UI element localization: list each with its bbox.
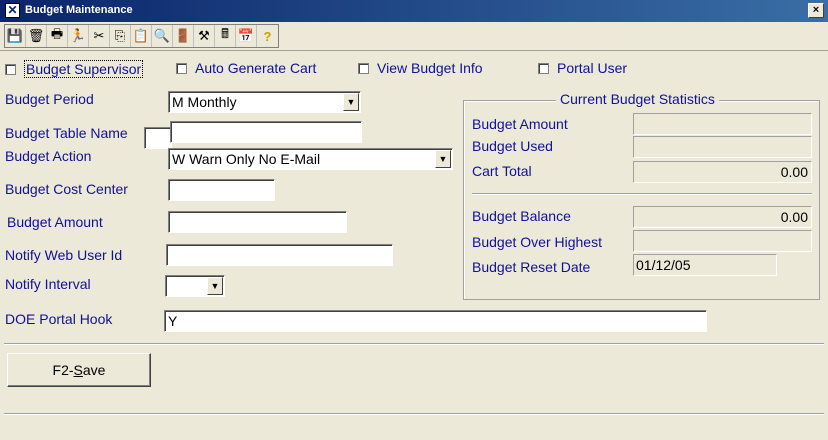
- bottom-divider: [4, 343, 824, 345]
- doe-portal-hook-label: DOE Portal Hook: [5, 311, 113, 327]
- exit-icon[interactable]: 🚪: [173, 25, 194, 47]
- window-title: Budget Maintenance: [25, 4, 133, 16]
- stat-budget-amount-label: Budget Amount: [472, 116, 568, 132]
- budget-action-value: W Warn Only No E-Mail: [172, 151, 321, 167]
- budget-period-select[interactable]: M Monthly ▼: [168, 91, 361, 113]
- stat-cart-total-value: 0.00: [633, 161, 812, 183]
- budget-cost-center-label: Budget Cost Center: [5, 181, 128, 197]
- auto-generate-cart-checkbox[interactable]: Auto Generate Cart: [176, 60, 316, 76]
- stat-budget-amount-value: [633, 113, 812, 135]
- portal-user-checkbox[interactable]: Portal User: [538, 60, 627, 76]
- help-icon[interactable]: ?: [257, 25, 278, 47]
- budget-action-label: Budget Action: [5, 148, 92, 164]
- stat-budget-balance-value: 0.00: [633, 206, 812, 228]
- doe-portal-hook-input[interactable]: Y: [164, 310, 707, 332]
- stat-budget-balance-label: Budget Balance: [472, 208, 571, 224]
- auto-generate-cart-label: Auto Generate Cart: [195, 60, 317, 76]
- budget-period-label: Budget Period: [5, 91, 94, 107]
- tools-icon[interactable]: ⚒: [194, 25, 215, 47]
- notify-web-user-id-label: Notify Web User Id: [5, 247, 123, 263]
- budget-statistics-title: Current Budget Statistics: [556, 91, 719, 107]
- toolbar-divider: [0, 50, 828, 51]
- checkbox-box[interactable]: [176, 62, 187, 74]
- clear-icon[interactable]: 🗑: [26, 25, 47, 47]
- view-budget-info-label: View Budget Info: [377, 60, 483, 76]
- stat-budget-over-highest-value: [633, 230, 812, 252]
- notify-interval-label: Notify Interval: [5, 276, 91, 292]
- save-button-hotkey: S: [73, 362, 83, 378]
- portal-user-label: Portal User: [557, 60, 628, 76]
- checkbox-box[interactable]: [538, 62, 549, 74]
- calculator-icon[interactable]: 🖩: [215, 25, 236, 47]
- app-icon: ✕: [5, 3, 20, 18]
- stats-divider: [472, 193, 812, 195]
- toolbar: 💾 🗑 🖶 🏃 ✂ ⎘ 📋 🔍 🚪 ⚒ 🖩 📅 ?: [4, 24, 279, 48]
- notify-interval-select[interactable]: ▼: [165, 275, 225, 297]
- stat-budget-used-label: Budget Used: [472, 138, 553, 154]
- stat-budget-used-value: [633, 136, 812, 158]
- stat-budget-reset-date-value: 01/12/05: [633, 254, 777, 276]
- title-bar: ✕ Budget Maintenance ×: [0, 0, 828, 22]
- budget-supervisor-label: Budget Supervisor: [24, 60, 144, 78]
- view-budget-info-checkbox[interactable]: View Budget Info: [358, 60, 483, 76]
- cut-icon[interactable]: ✂: [89, 25, 110, 47]
- doe-portal-hook-value: Y: [168, 313, 178, 329]
- save-button-rest: ave: [82, 362, 106, 378]
- status-bar: [4, 413, 824, 415]
- chevron-down-icon[interactable]: ▼: [207, 277, 223, 295]
- budget-table-name-input[interactable]: [170, 121, 362, 143]
- close-button[interactable]: ×: [808, 3, 824, 18]
- print-icon[interactable]: 🖶: [47, 25, 68, 47]
- budget-cost-center-input[interactable]: [168, 179, 275, 201]
- checkbox-box[interactable]: [358, 62, 369, 74]
- budget-period-value: M Monthly: [172, 94, 237, 110]
- notify-web-user-id-input[interactable]: [166, 244, 393, 266]
- budget-amount-label: Budget Amount: [7, 214, 103, 230]
- chevron-down-icon[interactable]: ▼: [435, 150, 451, 168]
- stat-budget-reset-date-label: Budget Reset Date: [472, 259, 591, 275]
- budget-table-name-label: Budget Table Name: [5, 125, 128, 141]
- budget-amount-input[interactable]: [168, 211, 347, 233]
- paste-icon[interactable]: 📋: [131, 25, 152, 47]
- stat-budget-over-highest-label: Budget Over Highest: [472, 234, 602, 250]
- checkbox-box[interactable]: [5, 63, 16, 75]
- save-icon[interactable]: 💾: [5, 25, 26, 47]
- run-icon[interactable]: 🏃: [68, 25, 89, 47]
- budget-supervisor-checkbox[interactable]: Budget Supervisor: [5, 60, 144, 78]
- budget-action-select[interactable]: W Warn Only No E-Mail ▼: [168, 148, 453, 170]
- copy-icon[interactable]: ⎘: [110, 25, 131, 47]
- save-button-prefix: F2-: [52, 362, 74, 378]
- find-icon[interactable]: 🔍: [152, 25, 173, 47]
- stat-cart-total-label: Cart Total: [472, 163, 532, 179]
- calendar-icon[interactable]: 📅: [236, 25, 257, 47]
- budget-table-prefix-input[interactable]: [144, 127, 172, 149]
- chevron-down-icon[interactable]: ▼: [343, 93, 359, 111]
- save-button[interactable]: F2-Save: [7, 353, 151, 387]
